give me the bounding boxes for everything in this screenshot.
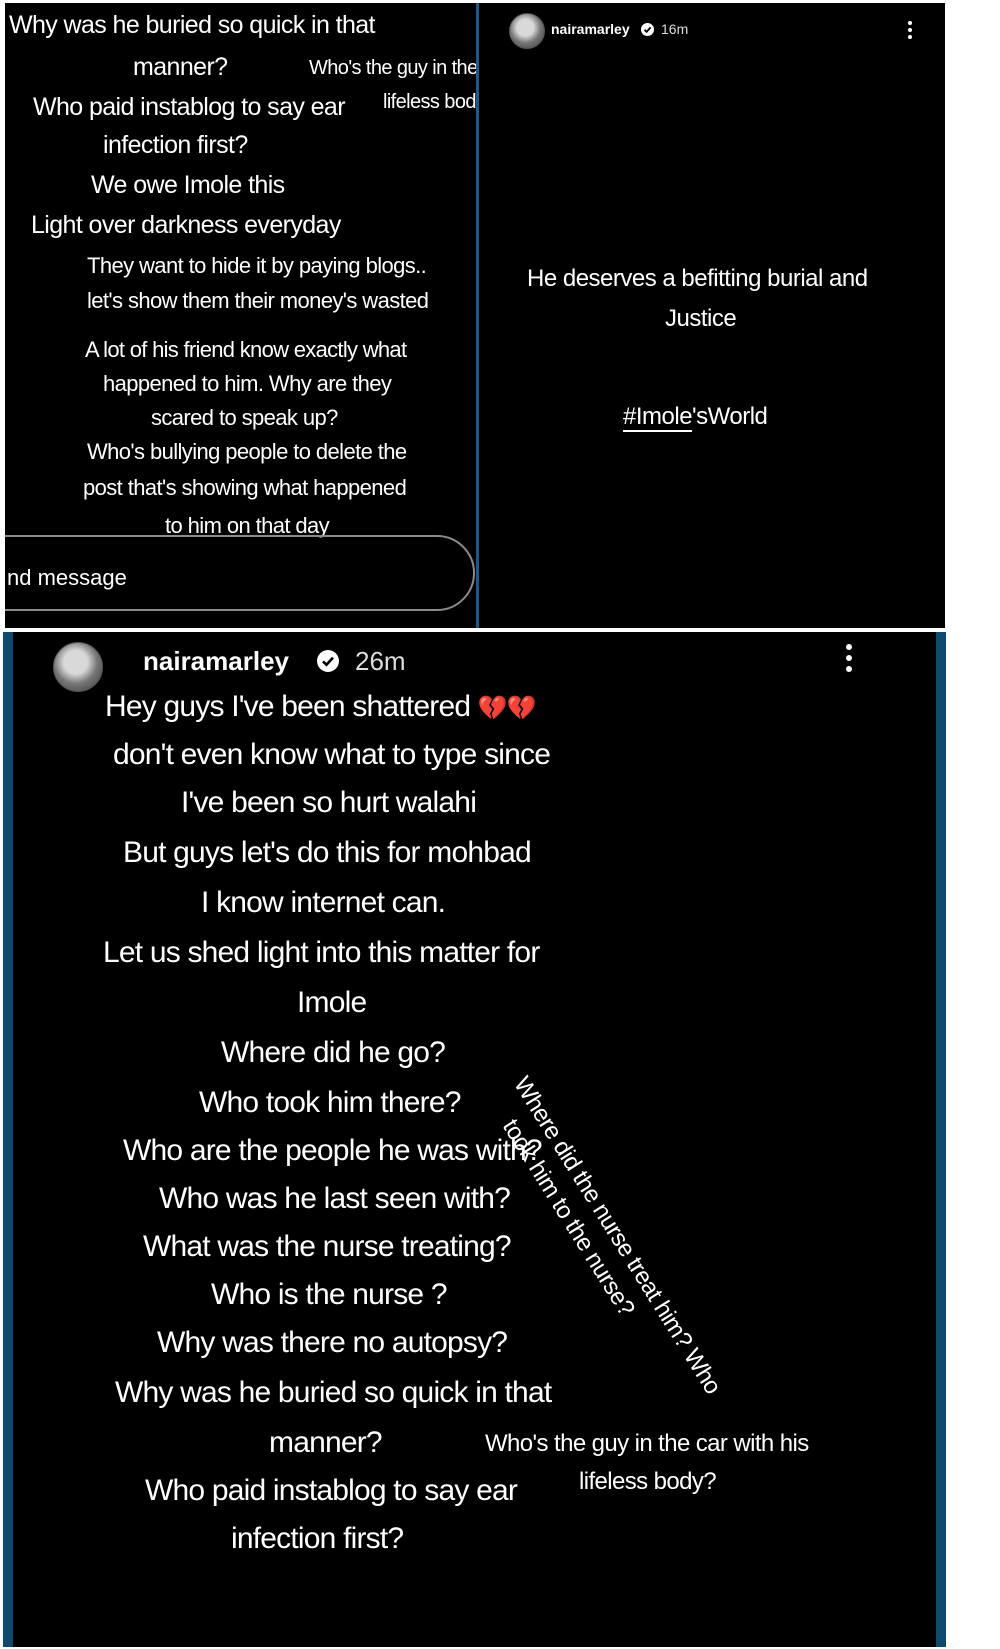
- right-story-panel: nairamarley 16m He deserves a befitting …: [479, 3, 945, 628]
- story-text-line: What was the nurse treating?: [143, 1230, 512, 1263]
- story-text-line: He deserves a befitting burial and: [527, 265, 868, 292]
- more-options-icon[interactable]: [907, 21, 913, 39]
- story-text-line: Who paid instablog to say ear: [145, 1474, 518, 1507]
- story-text-line: Who's the guy in the: [309, 57, 476, 79]
- hashtag-suffix: 'sWorld: [692, 403, 768, 430]
- verified-badge-icon: [641, 23, 654, 36]
- story-text-line: Who took him there?: [199, 1086, 461, 1119]
- story-text-line: infection first?: [103, 131, 248, 159]
- story-text-line: Justice: [665, 305, 737, 332]
- story-text-line: Why was he buried so quick in that: [115, 1376, 552, 1409]
- story-first-line: Hey guys I've been shattered: [105, 690, 471, 723]
- story-text-line: Who was he last seen with?: [159, 1182, 511, 1215]
- left-story-panel: Why was he buried so quick in that manne…: [5, 3, 476, 628]
- story-text-line: Imole: [297, 986, 367, 1019]
- story-text-line: A lot of his friend know exactly what: [85, 337, 407, 362]
- username[interactable]: nairamarley: [143, 646, 289, 677]
- blue-edge-left: [3, 632, 13, 1647]
- story-text-line: Who paid instablog to say ear: [33, 93, 346, 121]
- avatar[interactable]: [509, 13, 545, 49]
- story-text-line: scared to speak up?: [151, 405, 338, 430]
- story-text-line: infection first?: [231, 1522, 404, 1555]
- avatar[interactable]: [53, 642, 103, 692]
- story-text-line: Let us shed light into this matter for: [103, 936, 540, 969]
- blue-edge-right: [936, 632, 946, 1647]
- verified-badge-icon: [317, 650, 339, 672]
- bottom-story-panel: nairamarley 26m Hey guys I've been shatt…: [3, 632, 946, 1647]
- story-text-line: Why was he buried so quick in that: [9, 11, 376, 39]
- story-text-line: Hey guys I've been shattered 💔💔: [105, 690, 537, 724]
- broken-heart-emoji: 💔💔: [477, 695, 537, 722]
- story-text-line: manner?: [133, 53, 228, 81]
- story-text-line: Who is the nurse ?: [211, 1278, 448, 1311]
- story-text-line: happened to him. Why are they: [103, 371, 392, 396]
- story-text-line: Light over darkness everyday: [31, 211, 341, 239]
- story-text-line: I know internet can.: [201, 886, 446, 919]
- rotated-text-block: Where did the nurse treat him? Who took …: [484, 1072, 727, 1414]
- story-time: 26m: [355, 646, 406, 676]
- story-text-line: But guys let's do this for mohbad: [123, 836, 532, 869]
- rotated-text-line: Where did the nurse treat him? Who: [508, 1072, 727, 1399]
- story-text-line: lifeless bod: [383, 91, 476, 113]
- story-text-line: post that's showing what happened: [83, 475, 407, 500]
- story-text-line: don't even know what to type since: [113, 738, 551, 771]
- story-text-line: let's show them their money's wasted: [87, 288, 429, 313]
- send-message-input[interactable]: nd message: [5, 535, 475, 611]
- story-text-line: Who's bullying people to delete the: [87, 439, 407, 464]
- story-text-line: Who are the people he was with?: [123, 1134, 543, 1167]
- hashtag[interactable]: #Imole'sWorld: [623, 403, 768, 432]
- more-options-icon[interactable]: [845, 644, 853, 672]
- story-text-line: We owe Imole this: [91, 171, 285, 199]
- hashtag-underlined: #Imole: [623, 403, 693, 432]
- story-text-line: I've been so hurt walahi: [181, 786, 477, 819]
- side-text-line: Who's the guy in the car with his: [485, 1430, 809, 1457]
- side-text-line: lifeless body?: [579, 1468, 717, 1495]
- story-text-line: They want to hide it by paying blogs..: [87, 253, 427, 278]
- send-message-placeholder: nd message: [7, 565, 127, 590]
- story-time: 16m: [661, 21, 689, 37]
- story-text-line: manner?: [269, 1426, 383, 1459]
- username[interactable]: nairamarley: [551, 21, 630, 37]
- story-text-line: Where did he go?: [221, 1036, 446, 1069]
- story-text-line: Why was there no autopsy?: [157, 1326, 508, 1359]
